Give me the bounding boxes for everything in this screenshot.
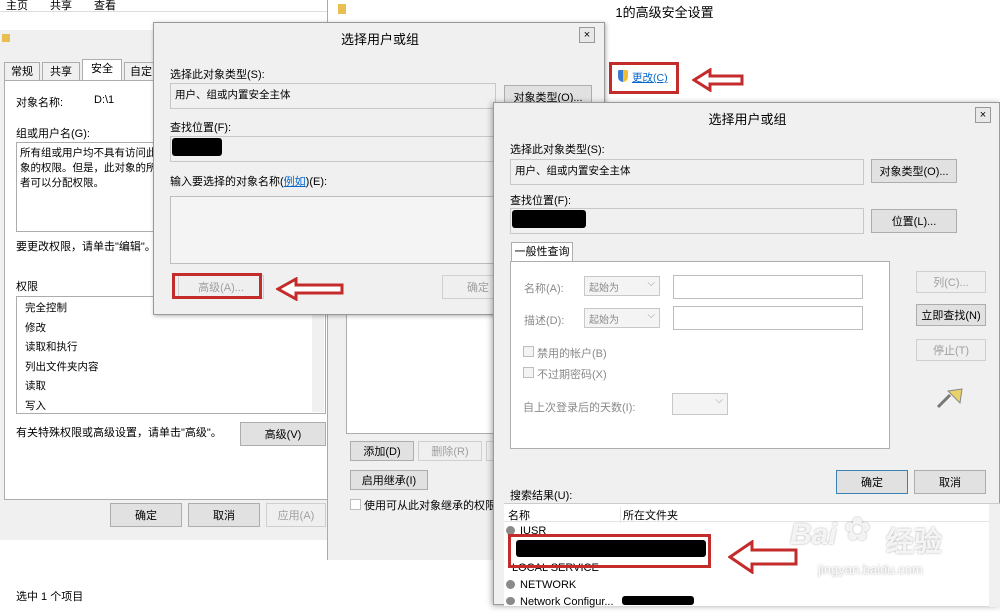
permissions-label: 权限 xyxy=(16,281,38,293)
redacted-location xyxy=(512,210,586,228)
enter-names-label: 输入要选择的对象名称(例如)(E): xyxy=(170,176,328,188)
advanced-button-highlight xyxy=(172,273,262,299)
days-combo[interactable] xyxy=(672,393,728,415)
advanced-button[interactable]: 高级(V) xyxy=(240,422,326,446)
description-combo[interactable]: 起始为 xyxy=(584,308,660,328)
permission-item: 列出文件夹内容 xyxy=(25,360,99,373)
adv-list-area xyxy=(346,310,496,434)
tab-sharing[interactable]: 共享 xyxy=(42,62,80,80)
ribbon-tab-view[interactable]: 查看 xyxy=(94,0,116,13)
description-label: 描述(D): xyxy=(524,315,565,327)
location-label: 查找位置(F): xyxy=(510,195,572,207)
status-text: 选中 1 个项目 xyxy=(16,591,84,603)
ribbon-tab-share[interactable]: 共享 xyxy=(50,0,72,13)
watermark-url: jingyan.baidu.com xyxy=(818,562,923,577)
results-label: 搜索结果(U): xyxy=(510,490,573,502)
ok-button[interactable]: 确定 xyxy=(110,503,182,527)
arrow-left-icon xyxy=(276,277,344,301)
permission-item: 修改 xyxy=(25,321,46,334)
result-row[interactable]: Network Configur... xyxy=(508,596,614,612)
permission-item: 写入 xyxy=(25,399,46,412)
edit-hint: 要更改权限，请单击"编辑"。 xyxy=(16,241,156,253)
type-field: 用户、组或内置安全主体 xyxy=(170,83,496,109)
cancel-button[interactable]: 取消 xyxy=(188,503,260,527)
adv-remove-button[interactable]: 删除(R) xyxy=(418,441,482,461)
object-types-button[interactable]: 对象类型(O)... xyxy=(871,159,957,183)
close-icon[interactable]: × xyxy=(975,107,991,123)
permission-item: 读取 xyxy=(25,380,46,392)
object-name-value: D:\1 xyxy=(94,94,115,106)
locations-button[interactable]: 位置(L)... xyxy=(871,209,957,233)
ok-button-advanced[interactable]: 确定 xyxy=(836,470,908,494)
folder-icon xyxy=(2,34,10,42)
no-expire-checkbox[interactable] xyxy=(523,367,534,378)
group-empty-text: 所有组或用户均不具有访问此对象的权限。但是，此对象的所有者可以分配权限。 xyxy=(20,147,167,189)
watermark-brand-2: 经验 xyxy=(886,526,943,557)
search-flashlight-icon xyxy=(936,388,963,409)
permission-item: 读取和执行 xyxy=(25,341,78,353)
disabled-accounts-label: 禁用的帐户(B) xyxy=(537,348,607,360)
dialog-title: 选择用户或组 xyxy=(708,112,787,127)
column-header-name[interactable]: 名称 xyxy=(508,507,530,523)
dialog-title: 选择用户或组 xyxy=(340,32,419,47)
change-link-highlight xyxy=(609,62,679,94)
columns-button[interactable]: 列(C)... xyxy=(916,271,986,293)
explorer-ribbon: 主页 共享 查看 xyxy=(0,0,330,12)
advanced-hint: 有关特殊权限或高级设置，请单击"高级"。 xyxy=(16,427,222,439)
location-label: 查找位置(F): xyxy=(170,122,232,134)
close-icon[interactable]: × xyxy=(579,27,595,43)
redacted-folder xyxy=(622,596,694,605)
name-label: 名称(A): xyxy=(524,283,564,295)
cancel-button-advanced[interactable]: 取消 xyxy=(914,470,986,494)
user-group-icon xyxy=(506,580,515,589)
status-bar: 选中 1 个项目 xyxy=(0,585,330,605)
result-highlight xyxy=(508,534,711,568)
disabled-accounts-checkbox[interactable] xyxy=(523,346,534,357)
description-input[interactable] xyxy=(673,306,863,330)
name-combo[interactable]: 起始为 xyxy=(584,276,660,296)
stop-button[interactable]: 停止(T) xyxy=(916,339,986,361)
object-name-label: 对象名称: xyxy=(16,97,64,109)
apply-button[interactable]: 应用(A) xyxy=(266,503,326,527)
paw-icon: ✿ xyxy=(844,511,871,547)
find-now-button[interactable]: 立即查找(N) xyxy=(916,304,986,326)
tab-general[interactable]: 常规 xyxy=(4,62,40,80)
examples-link[interactable]: 例如 xyxy=(284,176,306,188)
group-label: 组或用户名(G): xyxy=(16,128,90,140)
type-field: 用户、组或内置安全主体 xyxy=(510,159,864,185)
tab-security[interactable]: 安全 xyxy=(82,59,122,81)
enable-inheritance-button[interactable]: 启用继承(I) xyxy=(350,470,428,490)
days-label: 自上次登录后的天数(I): xyxy=(523,402,636,414)
no-expire-label: 不过期密码(X) xyxy=(537,369,607,381)
watermark-logo: Bai ✿ 经验 jingyan.baidu.com xyxy=(790,500,990,580)
column-header-folder[interactable]: 所在文件夹 xyxy=(620,507,678,523)
replace-label: 使用可从此对象继承的权限 xyxy=(364,500,496,512)
type-label: 选择此对象类型(S): xyxy=(510,144,605,156)
arrow-left-icon xyxy=(692,68,744,92)
redacted-location xyxy=(172,138,222,156)
adv-add-button[interactable]: 添加(D) xyxy=(350,441,414,461)
adv-title: 1的高级安全设置 xyxy=(615,5,714,20)
replace-checkbox[interactable] xyxy=(350,499,361,510)
type-label: 选择此对象类型(S): xyxy=(170,69,265,81)
user-group-icon xyxy=(506,597,515,605)
results-scrollbar[interactable] xyxy=(989,504,1000,607)
result-row[interactable]: NETWORK xyxy=(508,579,576,595)
watermark-brand: Bai xyxy=(790,518,837,551)
name-input[interactable] xyxy=(673,275,863,299)
adv-lower-panel: 添加(D) 删除(R) 启用继承(I) 使用可从此对象继承的权限 xyxy=(328,310,498,560)
ribbon-tab-home[interactable]: 主页 xyxy=(6,0,28,13)
tab-common-queries[interactable]: 一般性查询 xyxy=(511,242,573,262)
